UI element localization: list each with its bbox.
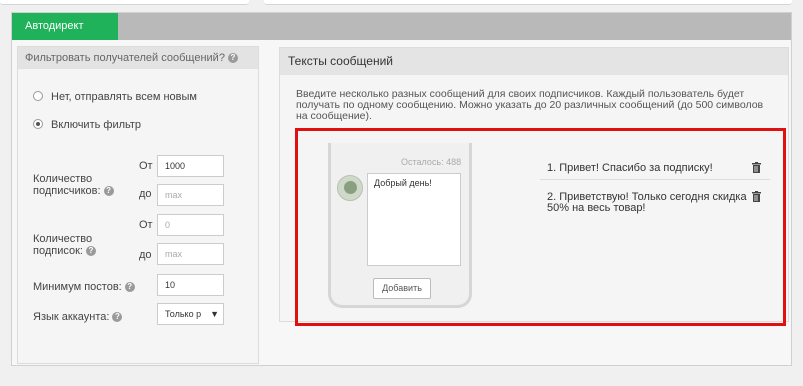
radio-enable-filter-label: Включить фильтр (51, 119, 142, 131)
top-card-right (264, 0, 792, 5)
language-select-value: Только р (165, 309, 202, 319)
min-posts-label: Минимум постов:? (33, 281, 135, 293)
filter-panel: Фильтровать получателей сообщений?? Нет,… (17, 46, 259, 364)
radio-enable-filter[interactable] (33, 119, 43, 129)
radio-send-all-label: Нет, отправлять всем новым (51, 91, 197, 103)
help-icon[interactable]: ? (103, 186, 114, 197)
help-icon[interactable]: ? (85, 246, 96, 257)
subscribers-to-input[interactable]: max (157, 184, 224, 206)
subscriptions-from-input[interactable]: 0 (157, 214, 224, 236)
messages-title: Тексты сообщений (280, 48, 788, 75)
help-icon[interactable]: ? (227, 53, 238, 64)
filter-header: Фильтровать получателей сообщений?? (18, 47, 258, 69)
messages-description: Введите несколько разных сообщений для с… (296, 88, 764, 122)
tab-bar: Автодирект (12, 13, 791, 40)
language-select[interactable]: Только р ▼ (157, 303, 224, 325)
subscribers-label: Количество подписчиков:? (33, 173, 143, 197)
subscriptions-from-label: От (139, 219, 153, 231)
subscribers-from-label: От (139, 160, 153, 172)
subscribers-to-label: до (139, 188, 152, 200)
radio-send-all[interactable] (33, 91, 43, 101)
language-label: Язык аккаунта:? (33, 311, 123, 323)
subscriptions-to-label: до (139, 249, 152, 261)
help-icon[interactable]: ? (124, 282, 135, 293)
filter-title: Фильтровать получателей сообщений? (25, 52, 225, 64)
subscribers-from-input[interactable]: 1000 (157, 155, 224, 177)
subscriptions-to-input[interactable]: max (157, 243, 224, 265)
subscriptions-label: Количество подписок:? (33, 233, 143, 257)
tab-autodirect[interactable]: Автодирект (12, 13, 118, 40)
help-icon[interactable]: ? (112, 312, 123, 323)
highlight-box (295, 128, 786, 326)
top-card-left (0, 0, 249, 5)
min-posts-input[interactable]: 10 (157, 274, 224, 296)
chevron-down-icon: ▼ (210, 309, 219, 319)
